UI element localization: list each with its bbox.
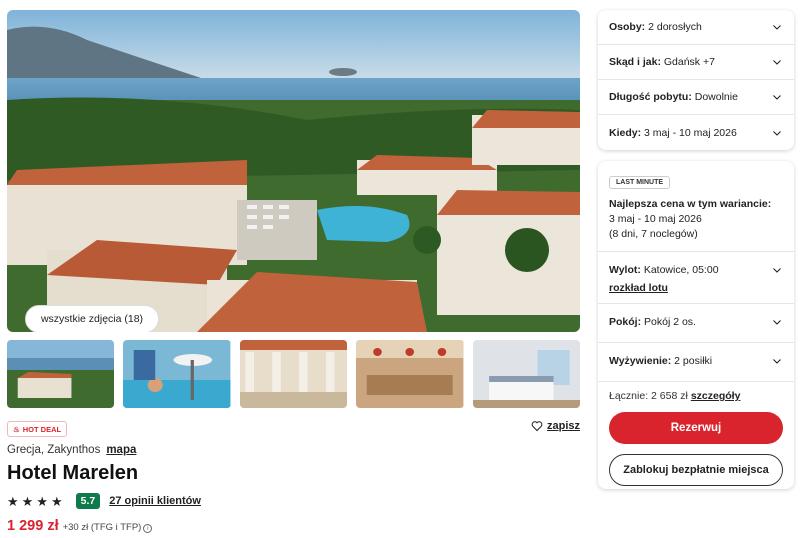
filter-dates[interactable]: Kiedy: 3 maj - 10 maj 2026 [598, 115, 794, 150]
hot-deal-label: HOT DEAL [22, 424, 62, 434]
chevron-down-icon [773, 319, 781, 325]
heart-icon [531, 421, 543, 432]
star-icon: ★ [21, 493, 34, 509]
thumbnail-photo[interactable] [472, 340, 581, 408]
hold-seats-button[interactable]: Zablokuj bezpłatnie miejsca [609, 454, 783, 486]
offer-duration: (8 dni, 7 noclegów) [609, 228, 698, 240]
chevron-down-icon [773, 267, 781, 273]
meals-selector[interactable]: Wyżywienie: 2 posiłki [609, 349, 783, 372]
score-badge: 5.7 [75, 493, 101, 509]
save-button[interactable]: zapisz [531, 420, 580, 432]
thumbnail-photo[interactable] [239, 340, 348, 408]
main-hotel-photo[interactable]: wszystkie zdjęcia (18) [7, 10, 580, 332]
room-selector[interactable]: Pokój: Pokój 2 os. [609, 310, 783, 333]
reviews-link[interactable]: 27 opinii klientów [109, 495, 201, 507]
flight-schedule-link[interactable]: rozkład lotu [609, 282, 783, 294]
hot-deal-badge: ♨ HOT DEAL [7, 421, 68, 437]
divider [598, 342, 794, 343]
best-price-label: Najlepsza cena w tym wariancie: [609, 198, 772, 210]
total-price: Łącznie: 2 658 zł szczegóły [609, 390, 741, 402]
star-icon: ★ [50, 493, 63, 509]
reserve-button[interactable]: Rezerwuj [609, 412, 783, 444]
star-icon: ★ [36, 493, 48, 509]
divider [598, 303, 794, 304]
location-text: Grecja, Zakynthos [7, 444, 101, 456]
hotel-aerial-image [7, 10, 580, 332]
chevron-down-icon [773, 95, 781, 100]
chevron-down-icon [773, 358, 781, 364]
map-link[interactable]: mapa [106, 444, 136, 456]
details-link[interactable]: szczegóły [691, 390, 741, 402]
chevron-down-icon [773, 60, 781, 65]
filter-duration[interactable]: Długość pobytu: Dowolnie [598, 80, 794, 115]
hotel-offer-page: wszystkie zdjęcia (18) ♨ HOT DEAL zapisz… [0, 0, 800, 538]
price-extra: +30 zł (TFG i TFP) i [63, 522, 153, 533]
save-label: zapisz [546, 420, 580, 432]
photo-thumbnails [7, 340, 581, 408]
hotel-name: Hotel Marelen [7, 462, 139, 484]
info-icon[interactable]: i [143, 524, 153, 533]
thumbnail-photo[interactable] [356, 340, 464, 408]
star-icon: ★ [7, 493, 19, 509]
offer-dates: 3 maj - 10 maj 2026 [609, 213, 702, 225]
thumbnail-photo[interactable] [123, 340, 231, 408]
hotel-location: Grecja, Zakynthos mapa [7, 444, 136, 456]
chevron-down-icon [773, 25, 781, 30]
search-filters-panel: Osoby: 2 dorosłych Skąd i jak: Gdańsk +7… [598, 10, 794, 150]
offer-panel: LAST MINUTE Najlepsza cena w tym warianc… [598, 161, 794, 489]
hotel-rating: ★ ★ ★ ★ 5.7 27 opinii klientów [7, 493, 201, 509]
price-value: 1 299 zł [7, 518, 59, 534]
chevron-down-icon [773, 130, 781, 136]
filter-people[interactable]: Osoby: 2 dorosłych [598, 10, 794, 45]
filter-departure[interactable]: Skąd i jak: Gdańsk +7 [598, 45, 794, 80]
flight-selector[interactable]: Wylot: Katowice, 05:00 [609, 258, 783, 281]
divider [598, 251, 794, 252]
price-block: 1 299 zł +30 zł (TFG i TFP) i [7, 518, 153, 534]
thumbnail-photo[interactable] [7, 340, 115, 408]
divider [598, 381, 794, 382]
all-photos-button[interactable]: wszystkie zdjęcia (18) [25, 305, 159, 332]
fire-icon: ♨ [13, 424, 20, 434]
last-minute-badge: LAST MINUTE [609, 176, 671, 189]
